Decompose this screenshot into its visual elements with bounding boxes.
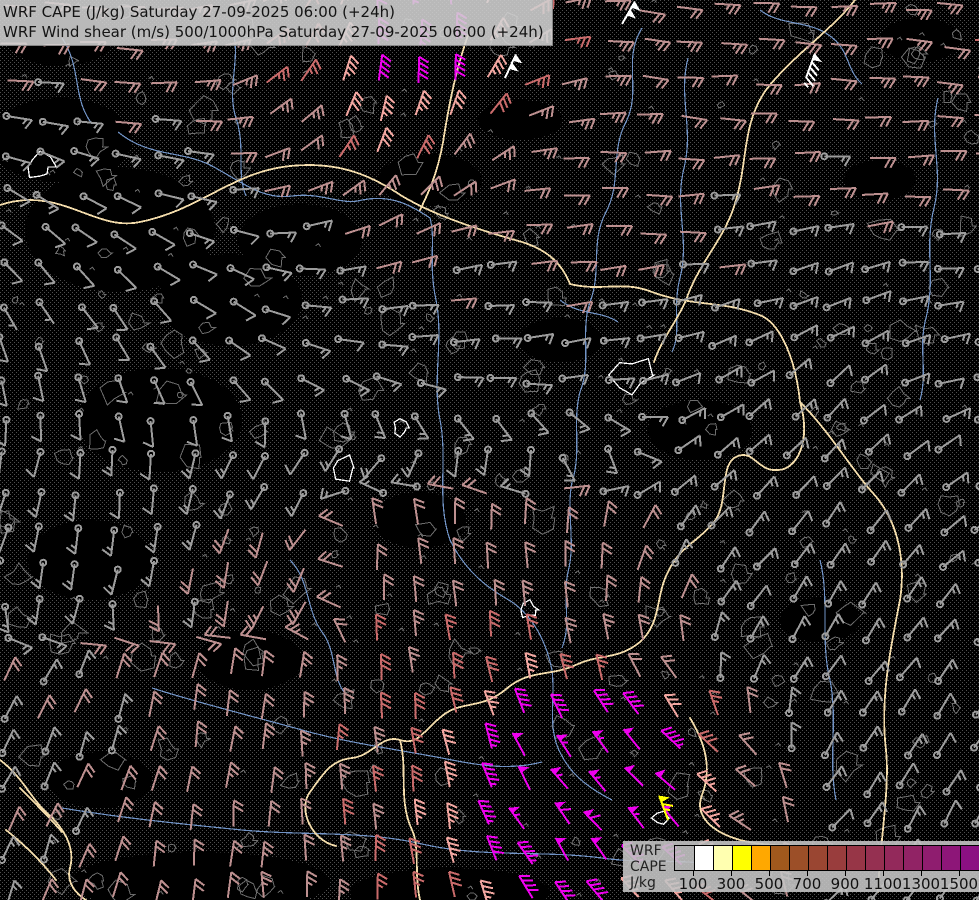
legend-swatch — [827, 846, 846, 870]
title-overlay: WRF CAPE (J/kg) Saturday 27-09-2025 06:0… — [0, 0, 553, 46]
legend-name-line-1: WRF — [630, 843, 662, 859]
legend-swatch — [808, 846, 827, 870]
legend-swatch — [846, 846, 865, 870]
wrf-map-viewport: WRF CAPE (J/kg) Saturday 27-09-2025 06:0… — [0, 0, 979, 900]
legend-swatch — [751, 846, 770, 870]
legend-swatch — [789, 846, 808, 870]
legend-swatch — [865, 846, 884, 870]
legend-swatch — [694, 846, 713, 870]
weather-map — [0, 0, 979, 900]
legend-swatch — [941, 846, 960, 870]
cape-legend: WRF CAPE J/kg 100 300 500 700 900 1100 1300 150… — [623, 841, 979, 893]
legend-swatch — [770, 846, 789, 870]
legend-swatch — [922, 846, 941, 870]
legend-color-scale — [674, 845, 979, 871]
title-line-2: WRF Wind shear (m/s) 500/1000hPa Saturda… — [3, 23, 544, 41]
legend-swatch — [903, 846, 922, 870]
legend-swatch — [713, 846, 732, 870]
legend-swatch — [675, 846, 694, 870]
legend-name-line-3: J/kg — [630, 875, 656, 891]
legend-name: WRF CAPE J/kg — [630, 843, 667, 891]
legend-swatch — [960, 846, 979, 870]
legend-tick-label: 1500 — [939, 875, 979, 893]
legend-swatch — [732, 846, 751, 870]
legend-name-line-2: CAPE — [630, 859, 667, 875]
title-line-1: WRF CAPE (J/kg) Saturday 27-09-2025 06:0… — [3, 3, 395, 21]
legend-swatch — [884, 846, 903, 870]
